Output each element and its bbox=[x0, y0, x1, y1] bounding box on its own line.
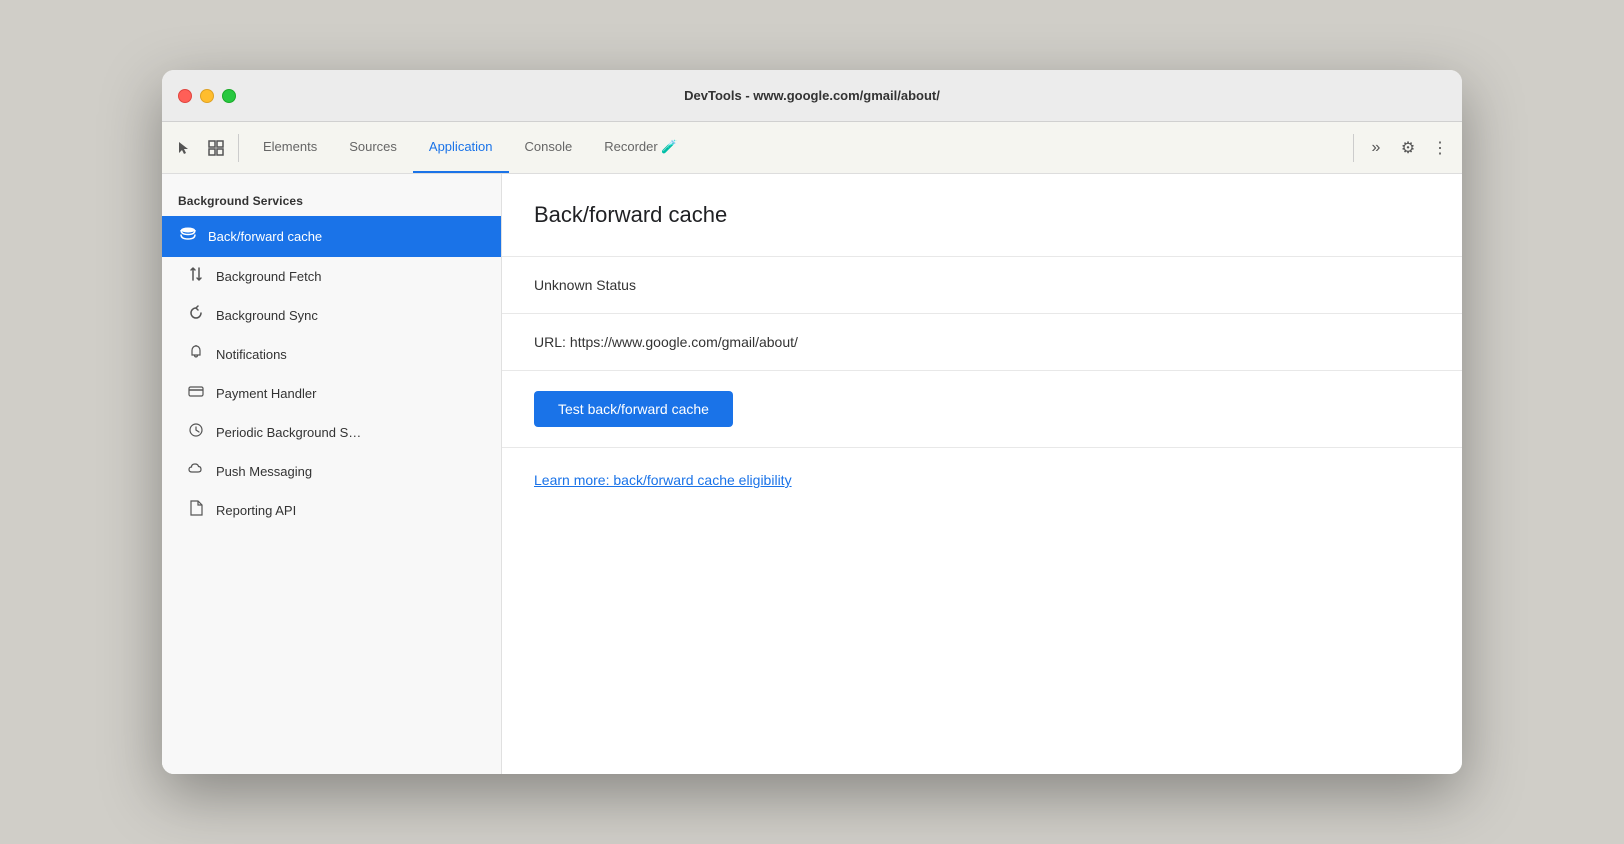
sidebar-item-background-fetch[interactable]: Background Fetch bbox=[162, 257, 501, 296]
stack-icon bbox=[178, 225, 198, 248]
sidebar-item-background-sync[interactable]: Background Sync bbox=[162, 296, 501, 335]
url-label: URL: bbox=[534, 334, 566, 350]
sidebar-item-push-messaging[interactable]: Push Messaging bbox=[162, 452, 501, 491]
window-title: DevTools - www.google.com/gmail/about/ bbox=[684, 88, 940, 103]
clock-icon bbox=[186, 422, 206, 443]
tab-application[interactable]: Application bbox=[413, 122, 509, 173]
sidebar: Background Services Back/forward cache bbox=[162, 174, 502, 774]
sidebar-item-label-push-messaging: Push Messaging bbox=[216, 464, 312, 479]
sidebar-item-label-reporting-api: Reporting API bbox=[216, 503, 296, 518]
inspect-icon[interactable] bbox=[202, 134, 230, 162]
sidebar-item-label-notifications: Notifications bbox=[216, 347, 287, 362]
status-row: Unknown Status bbox=[502, 257, 1462, 314]
test-back-forward-cache-button[interactable]: Test back/forward cache bbox=[534, 391, 733, 427]
sidebar-item-label-background-sync: Background Sync bbox=[216, 308, 318, 323]
card-icon bbox=[186, 383, 206, 404]
tab-sources[interactable]: Sources bbox=[333, 122, 413, 173]
url-row: URL: https://www.google.com/gmail/about/ bbox=[502, 314, 1462, 371]
sidebar-item-periodic-background[interactable]: Periodic Background S… bbox=[162, 413, 501, 452]
tab-elements[interactable]: Elements bbox=[247, 122, 333, 173]
more-tabs-icon[interactable]: » bbox=[1362, 134, 1390, 162]
cursor-icon[interactable] bbox=[170, 134, 198, 162]
sidebar-item-label-periodic-background: Periodic Background S… bbox=[216, 425, 361, 440]
traffic-lights bbox=[178, 89, 236, 103]
learn-more-row: Learn more: back/forward cache eligibili… bbox=[502, 448, 1462, 514]
toolbar-right-icons: » ⚙ ⋮ bbox=[1353, 134, 1454, 162]
content-title-section: Back/forward cache bbox=[502, 174, 1462, 257]
settings-icon[interactable]: ⚙ bbox=[1394, 134, 1422, 162]
title-bar: DevTools - www.google.com/gmail/about/ bbox=[162, 70, 1462, 122]
minimize-button[interactable] bbox=[200, 89, 214, 103]
sidebar-item-reporting-api[interactable]: Reporting API bbox=[162, 491, 501, 530]
sidebar-item-payment-handler[interactable]: Payment Handler bbox=[162, 374, 501, 413]
sidebar-item-label-payment-handler: Payment Handler bbox=[216, 386, 316, 401]
sidebar-item-notifications[interactable]: Notifications bbox=[162, 335, 501, 374]
sidebar-section-title: Background Services bbox=[162, 174, 501, 216]
close-button[interactable] bbox=[178, 89, 192, 103]
tabs-container: Elements Sources Application Console Rec… bbox=[247, 122, 1345, 173]
arrows-updown-icon bbox=[186, 266, 206, 287]
main-content: Background Services Back/forward cache bbox=[162, 174, 1462, 774]
sync-icon bbox=[186, 305, 206, 326]
content-title: Back/forward cache bbox=[534, 202, 1430, 228]
maximize-button[interactable] bbox=[222, 89, 236, 103]
toolbar: Elements Sources Application Console Rec… bbox=[162, 122, 1462, 174]
url-value: https://www.google.com/gmail/about/ bbox=[570, 334, 798, 350]
more-options-icon[interactable]: ⋮ bbox=[1426, 134, 1454, 162]
content-panel: Back/forward cache Unknown Status URL: h… bbox=[502, 174, 1462, 774]
toolbar-left-icons bbox=[170, 134, 239, 162]
tab-recorder[interactable]: Recorder 🧪 bbox=[588, 122, 693, 173]
learn-more-link[interactable]: Learn more: back/forward cache eligibili… bbox=[534, 472, 792, 488]
devtools-window: DevTools - www.google.com/gmail/about/ bbox=[162, 70, 1462, 774]
bell-icon bbox=[186, 344, 206, 365]
doc-icon bbox=[186, 500, 206, 521]
status-text: Unknown Status bbox=[534, 277, 636, 293]
test-button-row: Test back/forward cache bbox=[502, 371, 1462, 448]
sidebar-item-label-background-fetch: Background Fetch bbox=[216, 269, 322, 284]
tab-console[interactable]: Console bbox=[509, 122, 589, 173]
sidebar-item-back-forward-cache[interactable]: Back/forward cache bbox=[162, 216, 501, 257]
cloud-icon bbox=[186, 461, 206, 482]
sidebar-item-label-back-forward-cache: Back/forward cache bbox=[208, 229, 322, 244]
